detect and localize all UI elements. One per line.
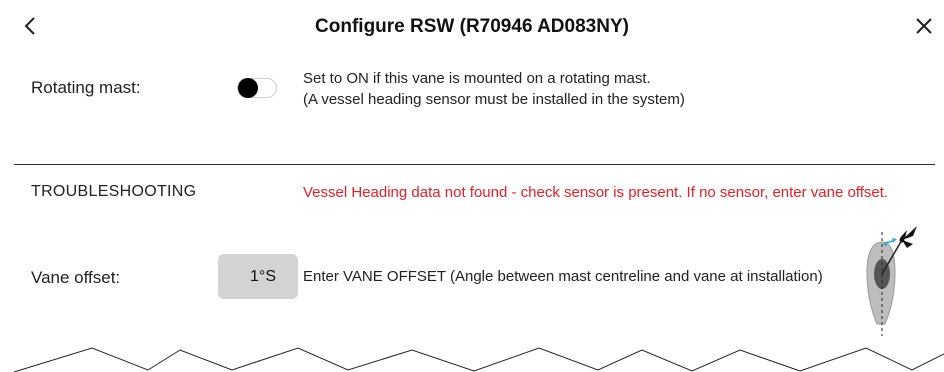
rotating-mast-description: Set to ON if this vane is mounted on a r… bbox=[303, 68, 685, 110]
vane-offset-label: Vane offset: bbox=[31, 268, 121, 287]
close-button[interactable] bbox=[910, 12, 938, 40]
vane-offset-diagram-icon bbox=[866, 226, 917, 336]
rotating-mast-toggle[interactable] bbox=[237, 78, 277, 98]
close-icon bbox=[916, 18, 932, 34]
rotating-mast-description-line2: (A vessel heading sensor must be install… bbox=[303, 91, 685, 108]
troubleshooting-heading: TROUBLESHOOTING bbox=[31, 183, 197, 200]
rotating-mast-label: Rotating mast: bbox=[31, 78, 141, 97]
rotating-mast-description-line1: Set to ON if this vane is mounted on a r… bbox=[303, 70, 651, 87]
section-divider bbox=[14, 164, 935, 165]
vane-offset-value: 1°S bbox=[250, 267, 276, 285]
vane-offset-description: Enter VANE OFFSET (Angle between mast ce… bbox=[303, 268, 823, 285]
page-title: Configure RSW (R70946 AD083NY) bbox=[315, 16, 629, 37]
torn-edge-decoration bbox=[13, 347, 944, 372]
vane-offset-input[interactable]: 1°S bbox=[218, 254, 298, 299]
heading-warning-message: Vessel Heading data not found - check se… bbox=[303, 184, 889, 201]
toggle-knob bbox=[238, 78, 258, 98]
